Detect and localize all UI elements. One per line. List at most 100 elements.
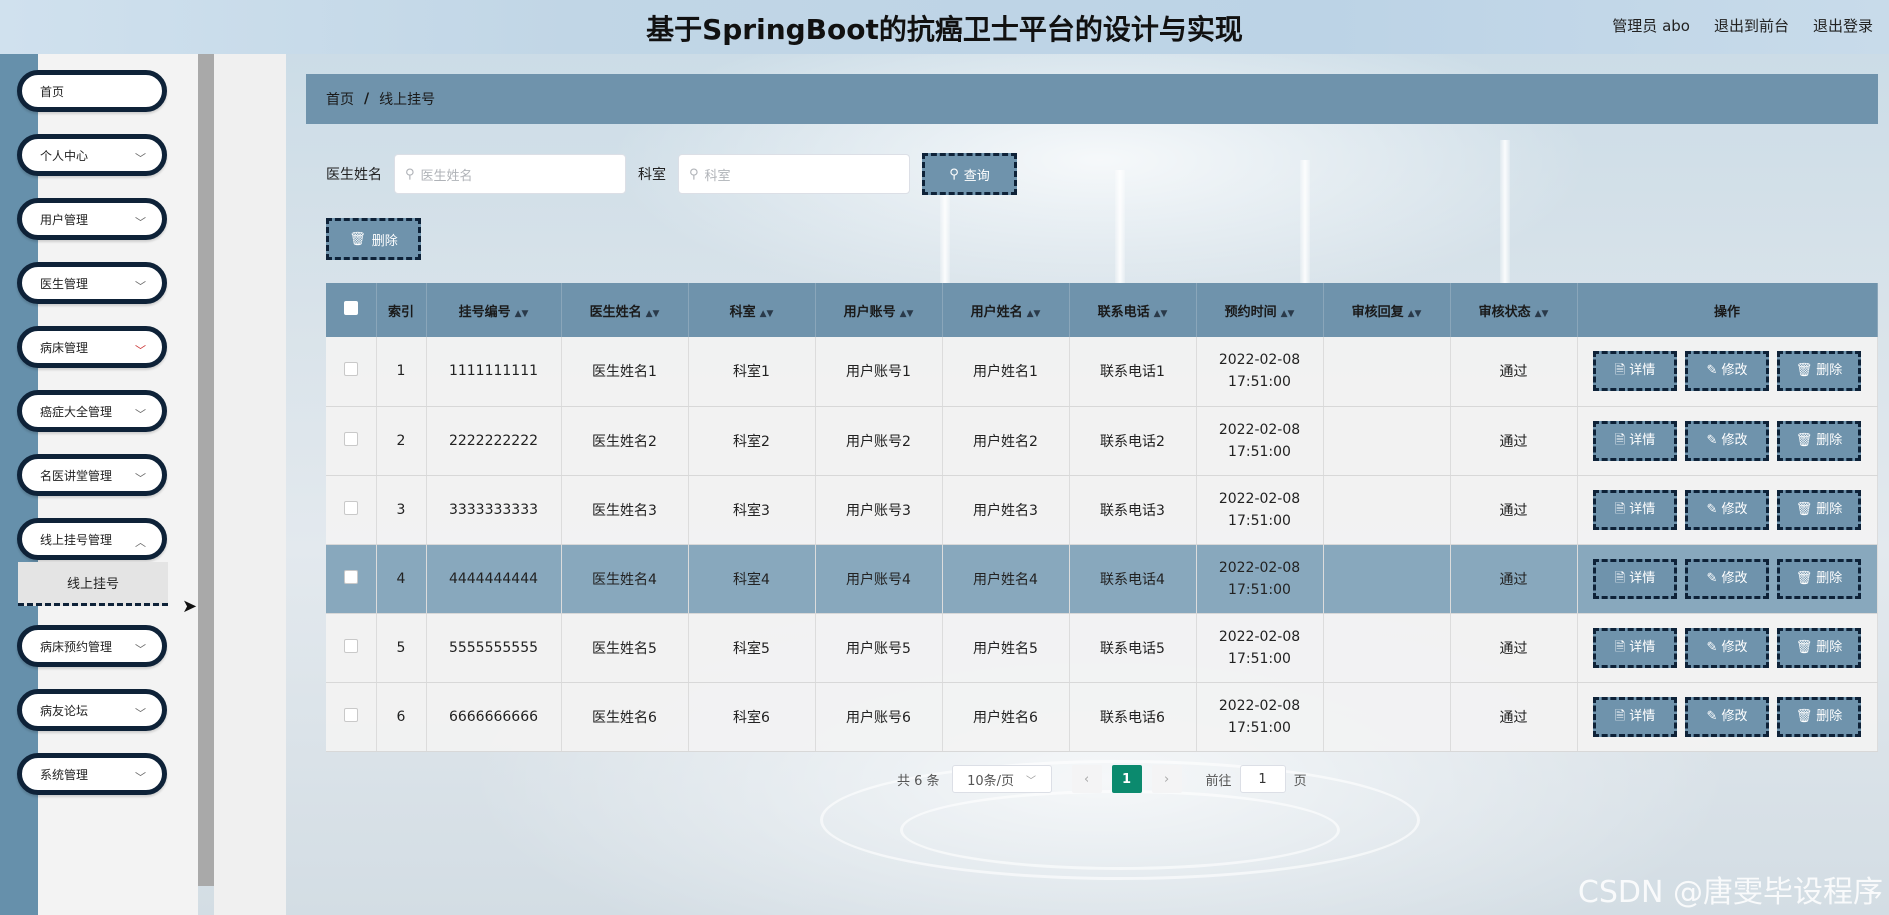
sort-icon[interactable]: ▲▼ (1154, 309, 1168, 319)
sidebar-item-profile[interactable]: 个人中心 ﹀ (17, 134, 167, 176)
row-checkbox[interactable] (343, 638, 358, 653)
row-checkbox-cell[interactable] (326, 475, 377, 545)
select-all-cell[interactable] (326, 283, 377, 337)
sort-icon[interactable]: ▲▼ (1281, 309, 1295, 319)
row-checkbox[interactable] (343, 362, 358, 377)
row-checkbox[interactable] (343, 569, 358, 584)
table-row[interactable]: 1 1111111111 医生姓名1 科室1 用户账号1 用户姓名1 联系电话1 2022-0… (326, 337, 1878, 407)
column-header[interactable]: 挂号编号 ▲▼ (426, 283, 562, 337)
column-header[interactable]: 医生姓名 ▲▼ (561, 283, 689, 337)
row-delete-button[interactable]: 🗑 删除 (1777, 558, 1861, 599)
query-button[interactable]: ⚲ 查询 (922, 153, 1017, 195)
sort-icon[interactable]: ▲▼ (1535, 309, 1549, 319)
batch-delete-button[interactable]: 🗑 删除 (326, 218, 421, 260)
row-delete-button[interactable]: 🗑 删除 (1777, 627, 1861, 668)
row-delete-button[interactable]: 🗑 删除 (1777, 489, 1861, 530)
sidebar-scrollbar[interactable] (198, 54, 214, 886)
column-header[interactable]: 联系电话 ▲▼ (1069, 283, 1197, 337)
table-cell: 联系电话4 (1069, 544, 1197, 614)
column-header[interactable]: 用户姓名 ▲▼ (942, 283, 1070, 337)
detail-button[interactable]: 🗎 详情 (1593, 351, 1677, 392)
sidebar-item-home[interactable]: 首页 (17, 70, 167, 112)
row-delete-button[interactable]: 🗑 删除 (1777, 420, 1861, 461)
column-header[interactable]: 科室 ▲▼ (688, 283, 816, 337)
goto-page-input[interactable]: 1 (1239, 765, 1286, 793)
row-checkbox-cell[interactable] (326, 613, 377, 683)
row-delete-button[interactable]: 🗑 删除 (1777, 351, 1861, 392)
sort-icon[interactable]: ▲▼ (1027, 309, 1041, 319)
column-header[interactable]: 审核回复 ▲▼ (1323, 283, 1451, 337)
edit-button[interactable]: ✎ 修改 (1685, 351, 1769, 392)
sort-icon[interactable]: ▲▼ (760, 309, 774, 319)
sort-icon[interactable]: ▲▼ (900, 309, 914, 319)
action-label: 修改 (1721, 363, 1748, 379)
sort-icon[interactable]: ▲▼ (515, 309, 529, 319)
sidebar-item-doctors[interactable]: 医生管理 ﹀ (17, 262, 167, 304)
doctor-name-input[interactable]: ⚲ 医生姓名 (394, 154, 626, 194)
sidebar-item-label: 系统管理 (40, 767, 89, 782)
detail-button[interactable]: 🗎 详情 (1593, 420, 1677, 461)
search-icon: ⚲ (949, 166, 959, 182)
row-checkbox[interactable] (343, 707, 358, 722)
edit-button[interactable]: ✎ 修改 (1685, 558, 1769, 599)
pencil-icon: ✎ (1706, 432, 1718, 448)
admin-label: 管理员 abo (1612, 17, 1690, 35)
table-row[interactable]: 4 4444444444 医生姓名4 科室4 用户账号4 用户姓名4 联系电话4 2022-0… (326, 544, 1878, 614)
row-checkbox-cell[interactable] (326, 406, 377, 476)
detail-button[interactable]: 🗎 详情 (1593, 558, 1677, 599)
row-checkbox-cell[interactable] (326, 682, 377, 752)
document-icon: 🗎 (1614, 363, 1626, 379)
table-cell: 通过 (1450, 544, 1578, 614)
column-header[interactable]: 预约时间 ▲▼ (1196, 283, 1324, 337)
table-row[interactable]: 5 5555555555 医生姓名5 科室5 用户账号5 用户姓名5 联系电话5 2022-0… (326, 613, 1878, 683)
detail-button[interactable]: 🗎 详情 (1593, 696, 1677, 737)
department-input[interactable]: ⚲ 科室 (678, 154, 910, 194)
action-label: 删除 (1816, 501, 1843, 517)
sidebar-item-system[interactable]: 系统管理 ﹀ (17, 753, 167, 795)
table-row[interactable]: 2 2222222222 医生姓名2 科室2 用户账号2 用户姓名2 联系电话2 2022-0… (326, 406, 1878, 476)
row-checkbox[interactable] (343, 500, 358, 515)
edit-button[interactable]: ✎ 修改 (1685, 627, 1769, 668)
page-number-active[interactable]: 1 (1111, 765, 1142, 793)
exit-to-front-link[interactable]: 退出到前台 (1714, 15, 1789, 36)
sidebar-item-bed-booking[interactable]: 病床预约管理 ﹀ (17, 625, 167, 667)
action-label: 删除 (1816, 432, 1843, 448)
sidebar-item-lectures[interactable]: 名医讲堂管理 ﹀ (17, 454, 167, 496)
column-header[interactable]: 审核状态 ▲▼ (1450, 283, 1578, 337)
detail-button[interactable]: 🗎 详情 (1593, 489, 1677, 530)
edit-button[interactable]: ✎ 修改 (1685, 696, 1769, 737)
table-cell: 6666666666 (426, 682, 562, 752)
row-checkbox-cell[interactable] (326, 337, 377, 407)
column-header[interactable]: 用户账号 ▲▼ (815, 283, 943, 337)
detail-button[interactable]: 🗎 详情 (1593, 627, 1677, 668)
chevron-down-icon: ﹀ (135, 216, 146, 229)
row-checkbox-cell[interactable] (326, 544, 377, 614)
table-row[interactable]: 6 6666666666 医生姓名6 科室6 用户账号6 用户姓名6 联系电话6 2022-0… (326, 682, 1878, 752)
row-delete-button[interactable]: 🗑 删除 (1777, 696, 1861, 737)
document-icon: 🗎 (1614, 570, 1626, 586)
next-page-button[interactable]: › (1151, 765, 1182, 793)
sort-icon[interactable]: ▲▼ (646, 309, 660, 319)
row-checkbox[interactable] (343, 431, 358, 446)
edit-button[interactable]: ✎ 修改 (1685, 420, 1769, 461)
sidebar-item-forum[interactable]: 病友论坛 ﹀ (17, 689, 167, 731)
document-icon: 🗎 (1614, 708, 1626, 724)
breadcrumb-home[interactable]: 首页 (326, 89, 354, 109)
submenu-item-online-registration[interactable]: 线上挂号 (18, 562, 168, 606)
select-all-checkbox[interactable] (343, 301, 358, 315)
edit-button[interactable]: ✎ 修改 (1685, 489, 1769, 530)
action-label: 删除 (1816, 570, 1843, 586)
sort-icon[interactable]: ▲▼ (1408, 309, 1422, 319)
sidebar-item-beds[interactable]: 病床管理 ﹀ (17, 326, 167, 368)
logout-link[interactable]: 退出登录 (1813, 15, 1873, 36)
page-size-select[interactable]: 10条/页 ﹀ (951, 765, 1052, 793)
table-row[interactable]: 3 3333333333 医生姓名3 科室3 用户账号3 用户姓名3 联系电话3 2022-0… (326, 475, 1878, 545)
table-cell: 科室1 (688, 337, 816, 407)
chevron-down-icon: ﹀ (135, 344, 146, 357)
trash-icon: 🗑 (1795, 501, 1813, 517)
sidebar-item-label: 病友论坛 (40, 703, 89, 718)
sidebar-item-users[interactable]: 用户管理 ﹀ (17, 198, 167, 240)
sidebar-item-cancer-encyclopedia[interactable]: 癌症大全管理 ﹀ (17, 390, 167, 432)
prev-page-button[interactable]: ‹ (1071, 765, 1102, 793)
sidebar-item-registration[interactable]: 线上挂号管理 ︿ (17, 518, 167, 560)
